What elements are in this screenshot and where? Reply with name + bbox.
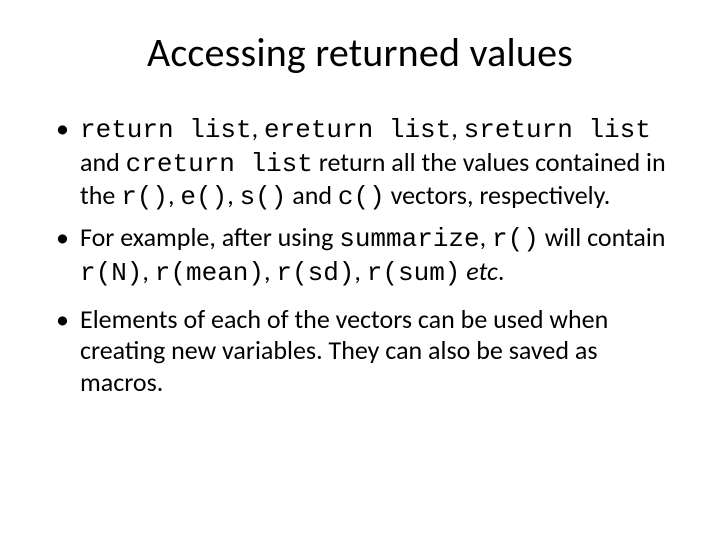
text-span: , xyxy=(227,179,239,211)
text-span: , xyxy=(451,112,463,144)
code-span: ereturn list xyxy=(264,115,451,145)
text-span: , xyxy=(252,112,264,144)
code-span: return list xyxy=(80,115,252,145)
slide-title: Accessing returned values xyxy=(50,28,670,77)
slide: Accessing returned values return list, e… xyxy=(0,0,720,540)
text-span: , xyxy=(264,255,276,287)
code-span: r(N) xyxy=(80,258,142,288)
text-span: For example, after using xyxy=(80,221,339,253)
code-span: r(sum) xyxy=(367,258,461,288)
code-span: r(mean) xyxy=(155,258,264,288)
code-span: sreturn list xyxy=(464,115,651,145)
bullet-list: return list, ereturn list, sreturn list … xyxy=(50,113,670,399)
text-span: , xyxy=(480,221,492,253)
text-span: , xyxy=(142,255,154,287)
text-span: and xyxy=(80,146,126,178)
code-span: r() xyxy=(492,224,539,254)
bullet-item: Elements of each of the vectors can be u… xyxy=(50,304,670,399)
italic-span: etc xyxy=(466,255,498,287)
code-span: c() xyxy=(338,182,385,212)
code-span: r() xyxy=(121,182,168,212)
text-span: and xyxy=(286,179,338,211)
bullet-item: return list, ereturn list, sreturn list … xyxy=(50,113,670,214)
text-span: , xyxy=(168,179,180,211)
code-span: creturn list xyxy=(126,149,313,179)
bullet-item: For example, after using summarize, r() … xyxy=(50,222,670,289)
code-span: summarize xyxy=(339,224,479,254)
text-span: , xyxy=(354,255,366,287)
text-span: Elements of each of the vectors can be u… xyxy=(80,303,608,398)
code-span: s() xyxy=(240,182,287,212)
text-span: . xyxy=(498,255,505,287)
code-span: r(sd) xyxy=(276,258,354,288)
text-span: will contain xyxy=(539,221,666,253)
code-span: e() xyxy=(180,182,227,212)
text-span: vectors, respectively. xyxy=(385,179,611,211)
